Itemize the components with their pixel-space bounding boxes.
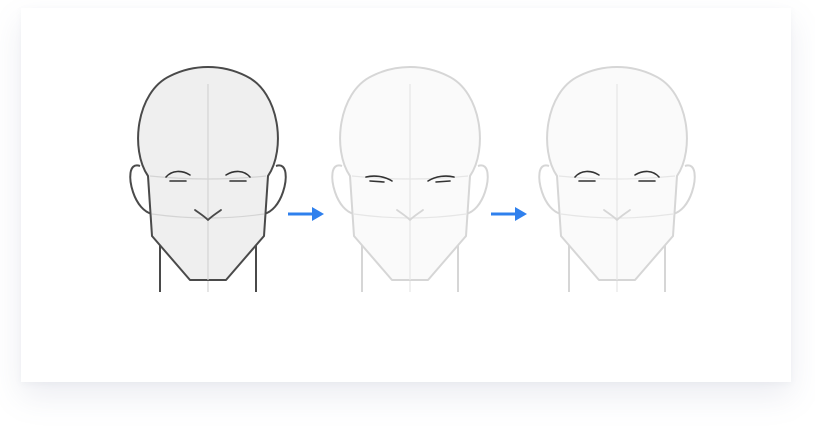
head-step-3: [538, 66, 696, 292]
step-arrow-1: [288, 207, 324, 221]
step-arrow-2: [491, 207, 527, 221]
arrow-head-icon: [515, 207, 527, 221]
stage: [0, 0, 815, 426]
head-step-1: [129, 66, 287, 292]
head-step-2: [331, 66, 489, 292]
head-sequence-diagram: [129, 66, 696, 292]
arrow-head-icon: [312, 207, 324, 221]
heads-group: [129, 66, 696, 292]
